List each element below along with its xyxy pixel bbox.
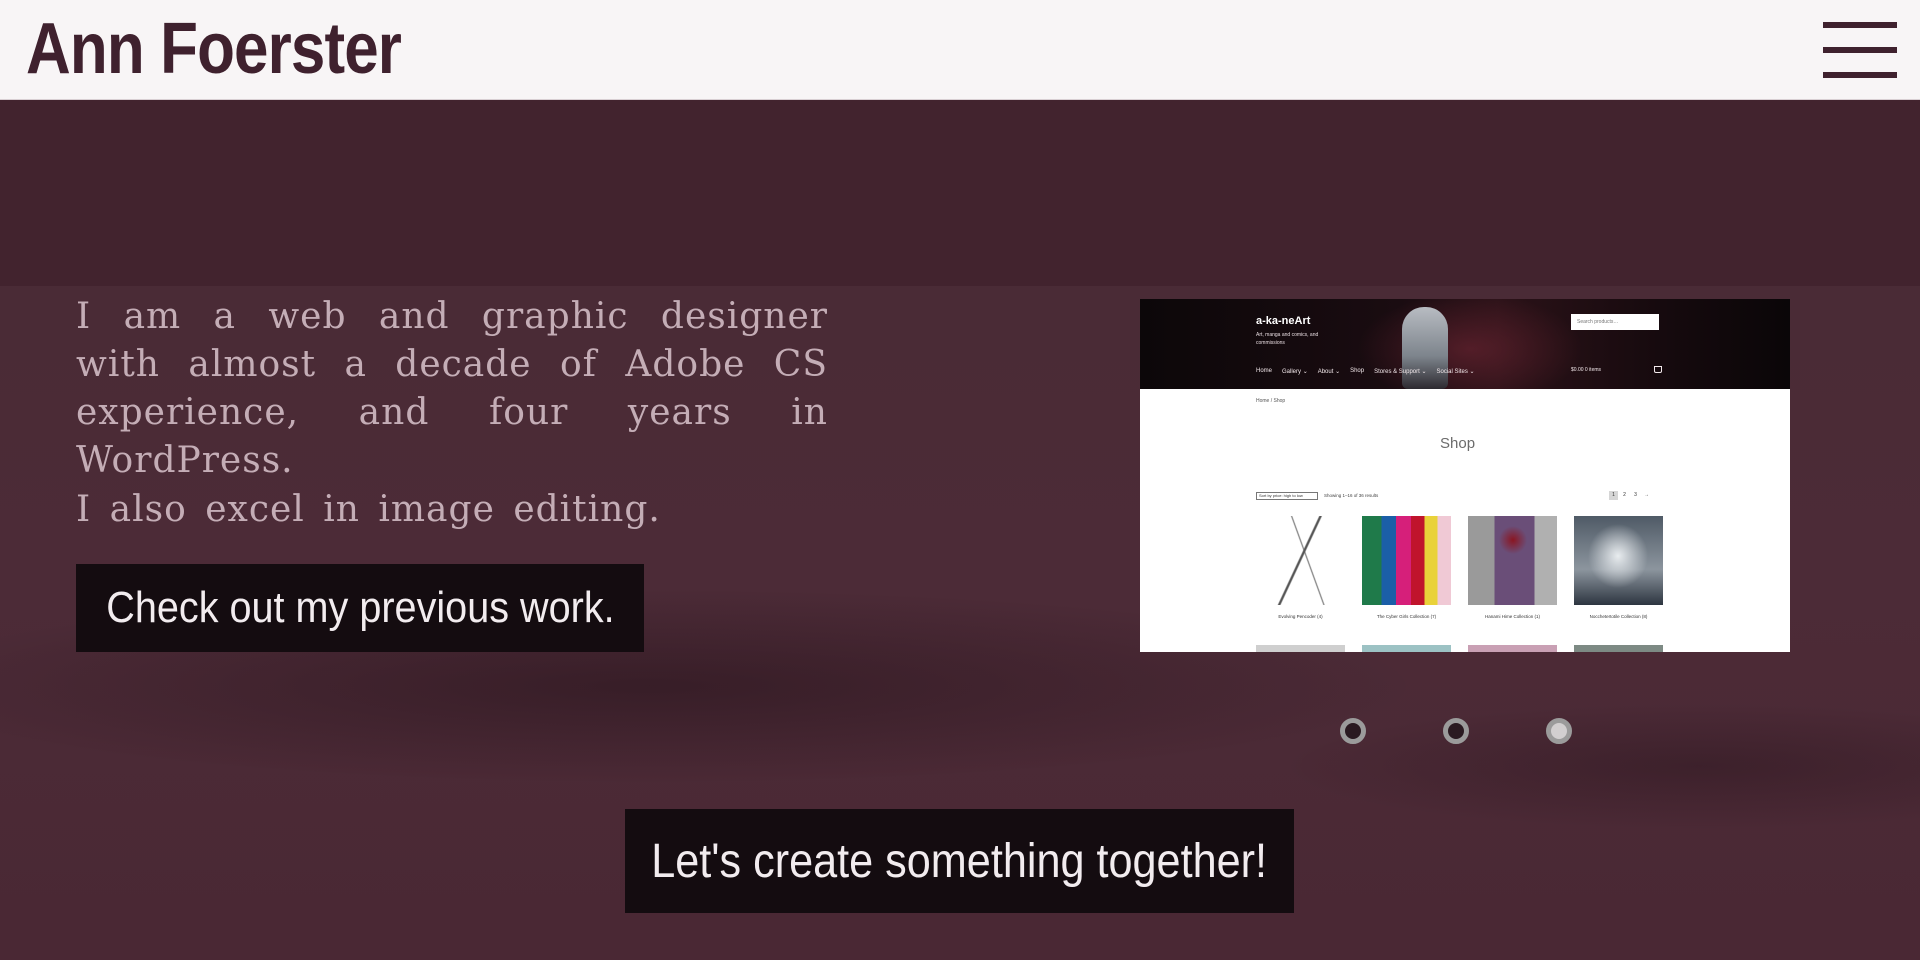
- product-caption: Nocchetertotile Collection (8): [1589, 614, 1648, 619]
- screenshot-product: Evolving Pencoder (4): [1256, 516, 1345, 619]
- screenshot-product: Nocchetertotile Collection (8): [1574, 516, 1663, 619]
- screenshot-page-link: 1: [1609, 491, 1618, 500]
- intro-paragraph: I am a web and graphic designer with alm…: [76, 296, 828, 481]
- portfolio-slide[interactable]: a-ka-neArt Art, manga and comics, and co…: [1140, 299, 1790, 652]
- screenshot-nav-item: Shop: [1350, 368, 1365, 374]
- menu-bar: [1823, 22, 1897, 28]
- hamburger-menu-icon[interactable]: [1823, 22, 1897, 78]
- contact-button[interactable]: Let's create something together!: [625, 809, 1294, 913]
- screenshot-header-artwork: [1402, 307, 1448, 389]
- screenshot-page-link: →: [1644, 492, 1649, 498]
- cart-icon: [1654, 366, 1662, 373]
- site-title[interactable]: Ann Foerster: [26, 4, 402, 94]
- product-caption: Evolving Pencoder (4): [1278, 614, 1323, 619]
- product-thumbnail: [1362, 516, 1451, 605]
- slider-dot-2[interactable]: [1443, 718, 1469, 744]
- product-thumbnail: [1256, 516, 1345, 605]
- screenshot-cart: $0.00 0 items: [1571, 367, 1602, 373]
- previous-work-button-label: Check out my previous work.: [105, 583, 615, 632]
- product-thumbnail: [1256, 645, 1345, 652]
- screenshot-nav-item: Home: [1256, 368, 1273, 374]
- screenshot-tagline: Art, manga and comics, and commissions: [1256, 332, 1319, 346]
- product-thumbnail: [1468, 516, 1557, 605]
- product-thumbnail: [1468, 645, 1557, 652]
- menu-bar: [1823, 47, 1897, 53]
- intro-secondary-text: I also excel in image editing.: [76, 489, 661, 530]
- screenshot-sort-select: Sort by price: high to low: [1256, 492, 1318, 500]
- product-thumbnail: [1574, 645, 1663, 652]
- slider-dot-3[interactable]: [1546, 718, 1572, 744]
- screenshot-result-count: Showing 1–16 of 36 results: [1324, 493, 1379, 498]
- screenshot-pagination: 1 2 3 →: [1609, 491, 1651, 500]
- screenshot-search-field: Search products…: [1571, 314, 1659, 330]
- product-thumbnail: [1574, 516, 1663, 605]
- hero-background-top: [0, 100, 1920, 286]
- screenshot-site-header: [1140, 299, 1790, 389]
- contact-button-label: Let's create something together!: [651, 834, 1268, 888]
- screenshot-product-grid: Evolving Pencoder (4) The Cyber Girls Co…: [1256, 516, 1663, 619]
- screenshot-product-row-2: [1256, 645, 1663, 652]
- screenshot-nav-item: Stores & Support ⌄: [1374, 369, 1427, 375]
- screenshot-nav-item: About ⌄: [1317, 369, 1341, 375]
- product-caption: Hanami Hime Collection (1): [1484, 614, 1541, 619]
- screenshot-nav-item: Gallery ⌄: [1282, 369, 1308, 375]
- menu-bar: [1823, 72, 1897, 78]
- screenshot-brand: a-ka-neArt: [1256, 315, 1311, 327]
- screenshot-breadcrumb: Home / Shop: [1256, 398, 1286, 404]
- product-thumbnail: [1362, 645, 1451, 652]
- slider-dot-1[interactable]: [1340, 718, 1366, 744]
- screenshot-product: Hanami Hime Collection (1): [1468, 516, 1557, 619]
- screenshot-page-title: Shop: [1440, 435, 1476, 452]
- screenshot-page-link: 2: [1623, 492, 1626, 498]
- screenshot-product: The Cyber Girls Collection (7): [1362, 516, 1451, 619]
- product-caption: The Cyber Girls Collection (7): [1376, 614, 1437, 619]
- previous-work-button[interactable]: Check out my previous work.: [76, 564, 644, 652]
- screenshot-nav: Home Gallery ⌄ About ⌄ Shop Stores & Sup…: [1256, 368, 1475, 375]
- screenshot-nav-item: Social Sites ⌄: [1436, 369, 1475, 375]
- site-header: Ann Foerster: [0, 0, 1920, 100]
- screenshot-page-link: 3: [1634, 492, 1637, 498]
